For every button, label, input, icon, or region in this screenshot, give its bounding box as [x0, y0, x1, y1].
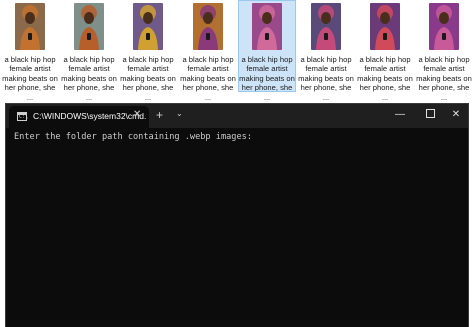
file-name-line: making beats on — [416, 73, 472, 83]
file-name-line: female artist — [9, 64, 51, 74]
portrait-thumbnail-icon — [429, 3, 459, 50]
file-name-line: making beats on — [239, 73, 295, 83]
file-name-line: her phone, she ... — [63, 83, 115, 102]
file-name-line: female artist — [305, 64, 347, 74]
file-tile[interactable]: a black hip hop female artist making beats… — [238, 0, 296, 102]
file-name-line: making beats on — [357, 73, 413, 83]
file-name-line: her phone, she ... — [300, 83, 352, 102]
terminal-titlebar[interactable]: C:\ C:\WINDOWS\system32\cmd. ✕ + ⌄ — ✕ — [6, 104, 468, 128]
file-name-line: her phone, she ... — [359, 83, 411, 102]
file-tile[interactable]: a black hip hop female artist making beats… — [60, 0, 118, 102]
maximize-button[interactable] — [416, 104, 444, 126]
file-tile[interactable]: a black hip hop female artist making beats… — [179, 0, 237, 102]
file-name-label: a black hip hop female artist making beats… — [1, 55, 59, 102]
file-name-label: a black hip hop female artist making beats… — [60, 55, 118, 102]
file-tile[interactable]: a black hip hop female artist making beats… — [297, 0, 355, 102]
command-prompt-icon: C:\ — [17, 112, 29, 121]
file-name-label: a black hip hop female artist making beats… — [179, 55, 237, 102]
terminal-tab[interactable]: C:\ C:\WINDOWS\system32\cmd. ✕ — [9, 106, 149, 128]
file-name-line: a black hip hop — [241, 55, 293, 64]
file-name-line: making beats on — [61, 73, 117, 83]
portrait-thumbnail-icon — [311, 3, 341, 50]
file-name-line: female artist — [68, 64, 110, 74]
close-window-button[interactable]: ✕ — [442, 104, 470, 126]
file-name-label: a black hip hop female artist making beats… — [297, 55, 355, 102]
file-name-line: a black hip hop — [300, 55, 352, 64]
file-name-line: making beats on — [298, 73, 354, 83]
close-tab-icon[interactable]: ✕ — [133, 109, 141, 120]
file-name-line: making beats on — [180, 73, 236, 83]
file-name-label: a black hip hop female artist making beats… — [415, 55, 473, 102]
chevron-down-icon[interactable]: ⌄ — [176, 109, 183, 118]
file-name-line: female artist — [364, 64, 406, 74]
file-name-line: female artist — [127, 64, 169, 74]
file-name-line: making beats on — [120, 73, 176, 83]
file-explorer-pane: a black hip hop female artist making beats… — [0, 0, 474, 103]
terminal-output[interactable]: Enter the folder path containing .webp i… — [14, 132, 252, 142]
file-name-label: a black hip hop female artist making beats… — [238, 55, 296, 102]
file-name-line: a black hip hop — [182, 55, 234, 64]
file-name-line: her phone, she ... — [122, 83, 174, 102]
portrait-thumbnail-icon — [15, 3, 45, 50]
file-name-line: making beats on — [2, 73, 58, 83]
portrait-thumbnail-icon — [252, 3, 282, 50]
portrait-thumbnail-icon — [370, 3, 400, 50]
file-name-line: female artist — [246, 64, 288, 74]
file-name-line: female artist — [423, 64, 465, 74]
file-name-line: a black hip hop — [4, 55, 56, 64]
file-name-line: a black hip hop — [122, 55, 174, 64]
new-tab-button[interactable]: + — [156, 108, 163, 122]
file-tile[interactable]: a black hip hop female artist making beats… — [1, 0, 59, 102]
file-name-line: a black hip hop — [359, 55, 411, 64]
file-name-line: her phone, she ... — [241, 83, 293, 102]
file-name-label: a black hip hop female artist making beats… — [356, 55, 414, 102]
file-name-line: her phone, she ... — [4, 83, 56, 102]
file-name-line: female artist — [187, 64, 229, 74]
file-tile[interactable]: a black hip hop female artist making beats… — [415, 0, 473, 102]
file-tile[interactable]: a black hip hop female artist making beats… — [356, 0, 414, 102]
file-name-line: her phone, she ... — [418, 83, 470, 102]
tab-title: C:\WINDOWS\system32\cmd. — [33, 111, 147, 121]
portrait-thumbnail-icon — [74, 3, 104, 50]
terminal-window[interactable]: C:\ C:\WINDOWS\system32\cmd. ✕ + ⌄ — ✕ E… — [6, 104, 468, 327]
file-name-label: a black hip hop female artist making beats… — [119, 55, 177, 102]
file-name-line: a black hip hop — [63, 55, 115, 64]
maximize-icon — [425, 108, 435, 118]
minimize-button[interactable]: — — [386, 104, 414, 126]
file-name-line: a black hip hop — [418, 55, 470, 64]
file-name-line: her phone, she ... — [182, 83, 234, 102]
portrait-thumbnail-icon — [193, 3, 223, 50]
file-tile[interactable]: a black hip hop female artist making beats… — [119, 0, 177, 102]
portrait-thumbnail-icon — [133, 3, 163, 50]
